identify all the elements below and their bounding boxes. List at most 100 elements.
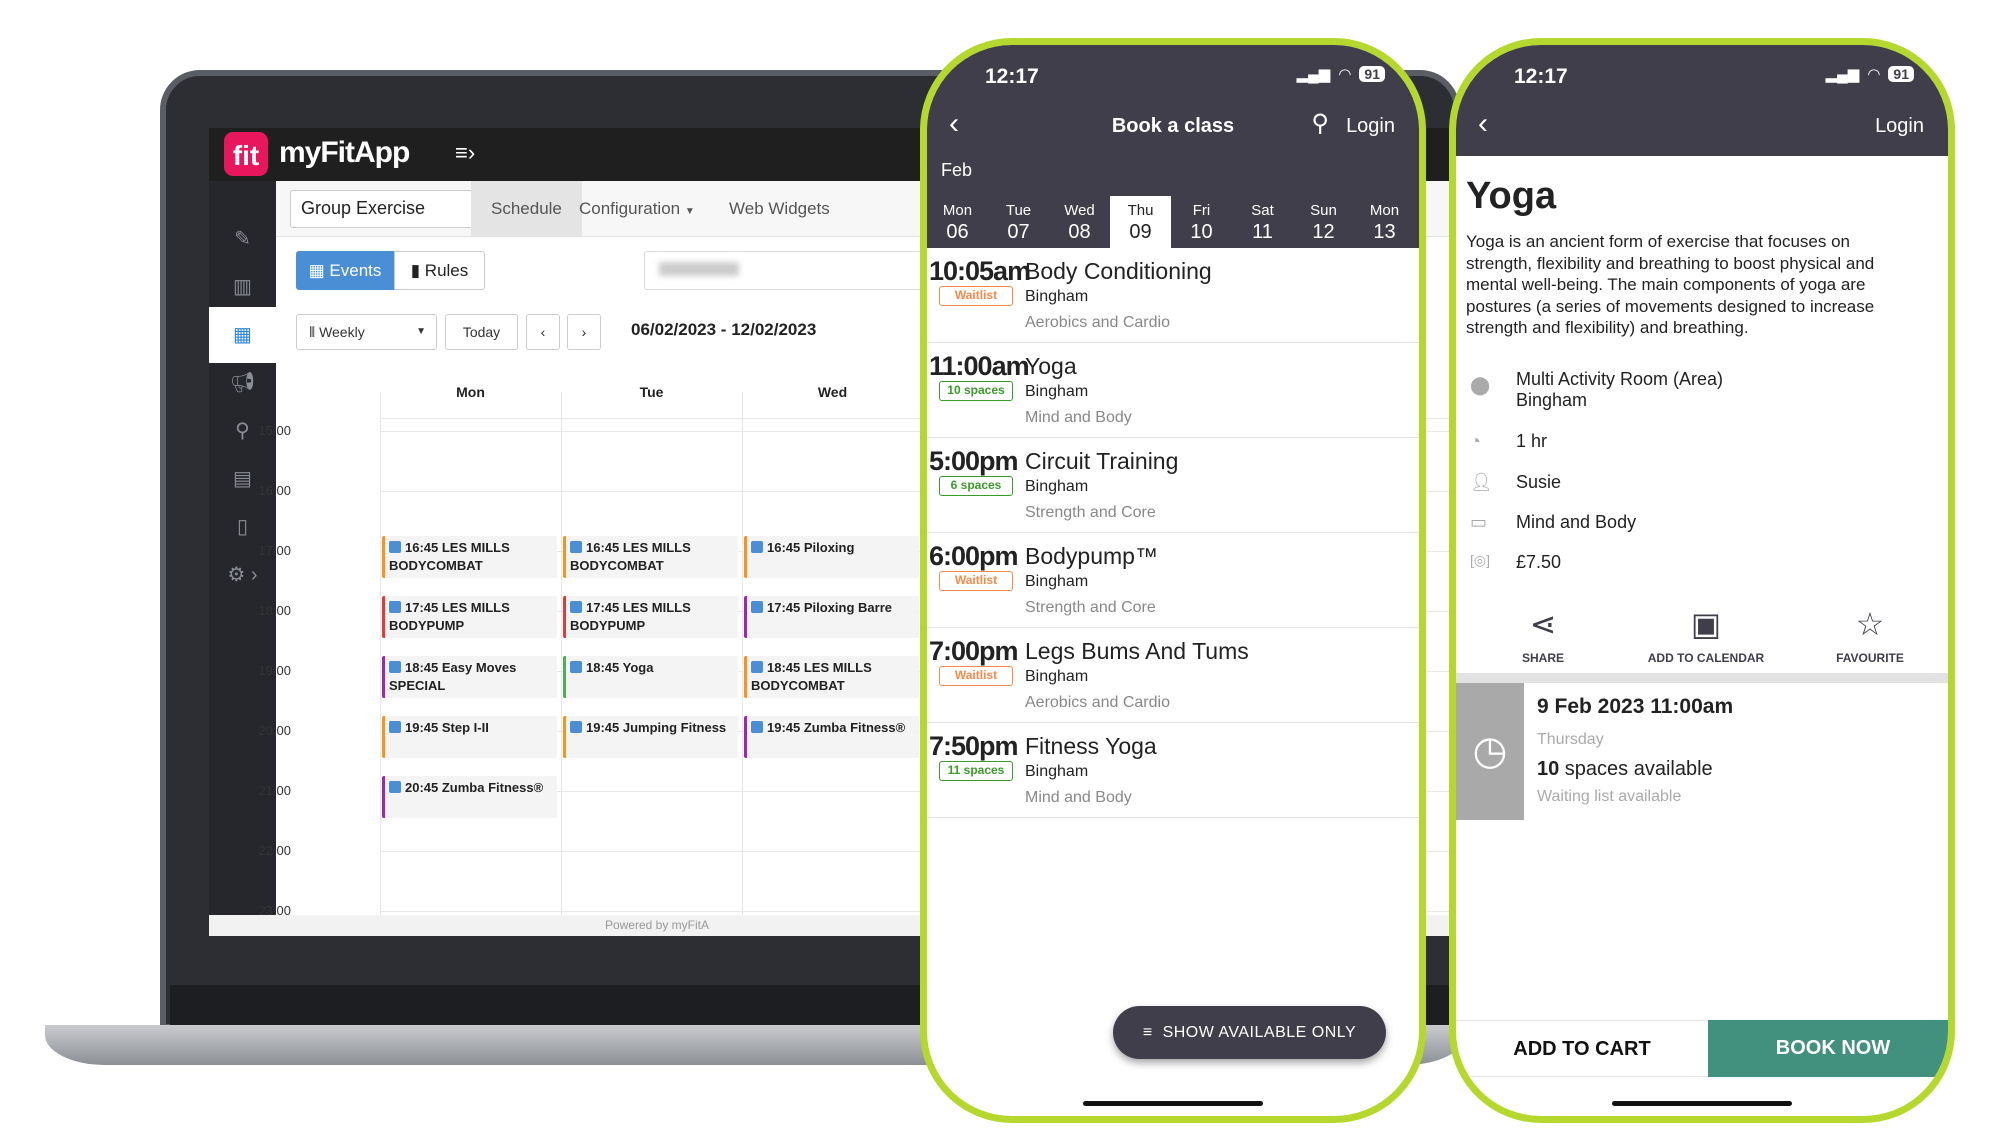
class-name: Legs Bums And Tums [1025, 638, 1249, 664]
class-row[interactable]: 7:50pm 11 spaces Fitness Yoga Bingham Mind a… [927, 723, 1419, 818]
day-tab[interactable]: Thu 09 [1110, 196, 1171, 248]
day-tab[interactable]: Wed 08 [1049, 196, 1110, 248]
event-label: 16:45 LES MILLS BODYCOMBAT [570, 540, 691, 573]
calendar-event[interactable]: 20:45 Zumba Fitness® [382, 776, 557, 818]
class-location: Bingham [1025, 288, 1089, 305]
back-icon[interactable]: ‹ [1478, 107, 1488, 141]
calendar-event[interactable]: 16:45 Piloxing [744, 536, 919, 578]
class-row[interactable]: 7:00pm Waitlist Legs Bums And Tums Bingham A… [927, 628, 1419, 723]
tab-configuration[interactable]: Configuration ▼ [559, 181, 715, 237]
columns-icon: ⦀ [309, 324, 320, 340]
calendar-event[interactable]: 18:45 Easy Moves SPECIAL [382, 656, 557, 698]
events-label: Events [329, 261, 382, 280]
brand-logo: fit [224, 132, 268, 176]
calendar-event[interactable]: 18:45 Yoga [563, 656, 738, 698]
event-label: 19:45 Zumba Fitness® [767, 720, 906, 735]
calendar-event[interactable]: 19:45 Step I-II [382, 716, 557, 758]
login-link[interactable]: Login [1875, 115, 1924, 138]
event-label: 18:45 Easy Moves SPECIAL [389, 660, 517, 693]
hour-label: 19:00 [258, 663, 291, 678]
phone-book-class: 12:17 ▂▄▆ ◠ 91 ‹ Book a class ⚲ Login Feb … [920, 38, 1426, 1123]
class-row[interactable]: 10:05am Waitlist Body Conditioning Bingham A… [927, 248, 1419, 343]
phone-class-detail: 12:17 ▂▄▆ ◠ 91 ‹ Login Yoga Yoga is an anc… [1449, 38, 1955, 1123]
tab-web-widgets[interactable]: Web Widgets [709, 181, 850, 237]
calendar-event[interactable]: 18:45 LES MILLS BODYCOMBAT [744, 656, 919, 698]
class-location: Bingham [1025, 668, 1089, 685]
day-tab[interactable]: Sun 12 [1293, 196, 1354, 248]
divider [1456, 673, 1948, 683]
class-title: Yoga [1466, 175, 1557, 217]
calendar-event[interactable]: 16:45 LES MILLS BODYCOMBAT [563, 536, 738, 578]
search-input[interactable] [644, 251, 944, 290]
star-icon: ☆ [1855, 606, 1885, 642]
event-label: 20:45 Zumba Fitness® [405, 780, 544, 795]
class-name: Body Conditioning [1025, 258, 1212, 284]
search-icon[interactable]: ⚲ [1311, 109, 1329, 138]
phone-header: 12:17 ▂▄▆ ◠ 91 ‹ Book a class ⚲ Login Feb … [927, 45, 1419, 248]
day-name: Thu [1127, 202, 1154, 219]
next-week-button[interactable]: › [567, 314, 601, 350]
phone-header: 12:17 ▂▄▆ ◠ 91 ‹ Login [1456, 45, 1948, 156]
menu-toggle-icon[interactable]: ≡› [455, 140, 475, 166]
view-select-value: Weekly [319, 324, 365, 340]
events-button[interactable]: ▦ Events [296, 251, 394, 290]
book-now-button[interactable]: BOOK NOW [1708, 1020, 1948, 1077]
today-button[interactable]: Today [445, 314, 518, 350]
add-to-calendar-label: ADD TO CALENDAR [1647, 651, 1765, 665]
day-number: 12 [1312, 221, 1335, 243]
login-link[interactable]: Login [1346, 115, 1395, 138]
event-label: 16:45 Piloxing [767, 540, 855, 555]
calendar-event[interactable]: 19:45 Jumping Fitness [563, 716, 738, 758]
person-icon: 👤︎ [1470, 472, 1493, 492]
class-name: Fitness Yoga [1025, 733, 1157, 759]
class-location: Bingham [1025, 383, 1089, 400]
chevron-right-icon: › [581, 324, 587, 340]
day-number: 10 [1190, 221, 1213, 243]
day-number: 11 [1252, 221, 1273, 243]
logo-text: fit [232, 140, 260, 171]
view-select[interactable]: ⦀ Weekly ▼ [296, 314, 437, 350]
show-available-only-button[interactable]: ≡ SHOW AVAILABLE ONLY [1113, 1006, 1386, 1059]
caret-down-icon: ▼ [684, 206, 695, 217]
prev-week-button[interactable]: ‹ [526, 314, 560, 350]
calendar-event[interactable]: 19:45 Zumba Fitness® [744, 716, 919, 758]
calendar-event[interactable]: 17:45 LES MILLS BODYPUMP [563, 596, 738, 638]
hour-label: 17:00 [258, 543, 291, 558]
calendar-event[interactable]: 17:45 LES MILLS BODYPUMP [382, 596, 557, 638]
rss-icon [389, 541, 401, 553]
day-tab[interactable]: Tue 07 [988, 196, 1049, 248]
add-to-calendar-button[interactable]: ▣ ADD TO CALENDAR [1636, 605, 1776, 665]
class-row[interactable]: 6:00pm Waitlist Bodypump™ Bingham Strength a… [927, 533, 1419, 628]
class-time: 7:00pm [929, 636, 1019, 666]
event-label: 19:45 Jumping Fitness [586, 720, 727, 735]
rss-icon [751, 601, 763, 613]
day-tab[interactable]: Mon 13 [1354, 196, 1415, 248]
share-button[interactable]: ⋖ SHARE [1473, 605, 1613, 665]
class-row[interactable]: 11:00am 10 spaces Yoga Bingham Mind and Body [927, 343, 1419, 438]
map-pin-icon: ⬤ [1470, 375, 1491, 395]
class-location: Bingham [1025, 573, 1089, 590]
class-row[interactable]: 5:00pm 6 spaces Circuit Training Bingham Str… [927, 438, 1419, 533]
favourite-button[interactable]: ☆ FAVOURITE [1800, 605, 1940, 665]
rules-label: Rules [424, 261, 469, 280]
venue: Bingham [1516, 390, 1588, 410]
event-label: 17:45 LES MILLS BODYPUMP [570, 600, 691, 633]
calendar-event[interactable]: 17:45 Piloxing Barre [744, 596, 919, 638]
rules-button[interactable]: ▮ Rules [394, 251, 485, 290]
day-tab[interactable]: Fri 10 [1171, 196, 1232, 248]
rss-icon [570, 601, 582, 613]
day-tab[interactable]: Sat 11 [1232, 196, 1293, 248]
spaces-text: spaces available [1559, 758, 1713, 780]
class-category: Strength and Core [1025, 504, 1156, 521]
class-name: Bodypump™ [1025, 543, 1158, 569]
day-header: Wed [817, 384, 848, 400]
brand-name: myFitApp [279, 136, 410, 169]
calendar-event[interactable]: 16:45 LES MILLS BODYCOMBAT [382, 536, 557, 578]
day-tab[interactable]: Mon 06 [927, 196, 988, 248]
group-select-value: Group Exercise [301, 198, 426, 218]
status-icons: ▂▄▆ ◠ 91 [1826, 65, 1914, 83]
wifi-icon: ◠ [1867, 66, 1881, 83]
day-number: 06 [946, 221, 969, 243]
day-name: Tue [1005, 202, 1032, 219]
add-to-cart-button[interactable]: ADD TO CART [1456, 1020, 1708, 1077]
